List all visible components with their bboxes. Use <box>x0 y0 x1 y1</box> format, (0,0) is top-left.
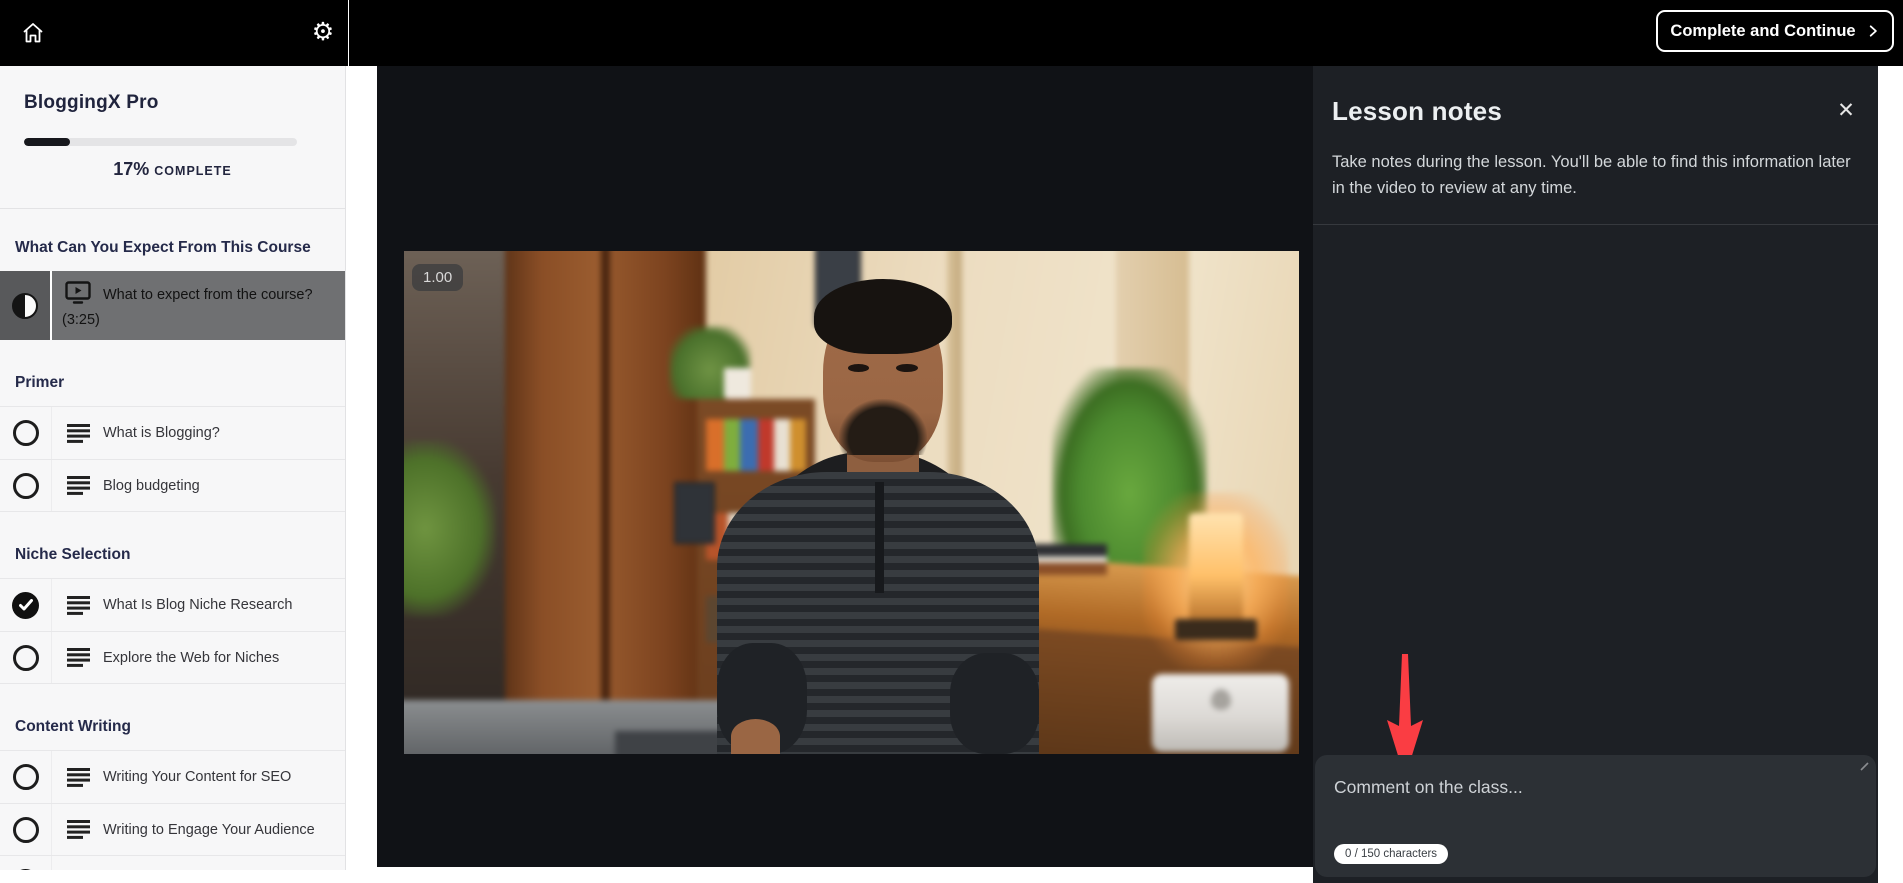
character-count-badge: 0 / 150 characters <box>1334 844 1448 864</box>
lesson-notes-title: Lesson notes <box>1332 96 1878 127</box>
text-lesson-icon <box>67 820 90 839</box>
lesson-label: Writing Your Content for SEO <box>103 769 291 785</box>
video-player[interactable]: 1.00 <box>377 66 1313 867</box>
video-lesson-icon <box>65 281 91 309</box>
lesson-label: What Is Blog Niche Research <box>103 597 292 613</box>
comment-placeholder: Comment on the class... <box>1334 777 1523 798</box>
text-lesson-icon <box>67 476 90 495</box>
close-icon: ✕ <box>1837 99 1855 122</box>
complete-check-icon <box>12 592 39 619</box>
lesson-status-cell <box>0 751 52 803</box>
complete-and-continue-button[interactable]: Complete and Continue <box>1656 10 1894 52</box>
lesson-status-cell <box>0 271 52 340</box>
lesson-status-cell <box>0 632 52 683</box>
lesson-label: What is Blogging? <box>103 425 220 441</box>
video-still-scene <box>404 251 1299 754</box>
section-heading-primer: Primer <box>15 374 330 392</box>
lesson-status-cell <box>0 579 52 631</box>
lesson-status-cell <box>0 407 52 459</box>
half-complete-circle-icon <box>12 293 38 319</box>
lesson-label: Blog budgeting <box>103 478 200 494</box>
text-lesson-icon <box>67 424 90 443</box>
progress-complete-label: COMPLETE <box>154 164 231 178</box>
lesson-item-partially-visible[interactable] <box>0 855 345 870</box>
progress-text: 17% COMPLETE <box>24 159 321 180</box>
text-lesson-icon <box>67 596 90 615</box>
course-title: BloggingX Pro <box>24 92 321 114</box>
lesson-status-cell <box>0 856 52 870</box>
lesson-item-what-to-expect[interactable]: What to expect from the course? (3:25) <box>0 271 345 340</box>
home-button[interactable] <box>14 14 52 52</box>
lesson-item-what-is-blogging[interactable]: What is Blogging? <box>0 407 345 459</box>
incomplete-circle-icon <box>13 473 39 499</box>
section-heading-content-writing: Content Writing <box>15 718 330 736</box>
lesson-group-niche: What Is Blog Niche Research Explore the … <box>0 578 345 684</box>
section-heading-expect: What Can You Expect From This Course <box>15 239 330 257</box>
section-heading-niche-selection: Niche Selection <box>15 546 330 564</box>
curriculum-sidebar: BloggingX Pro 17% COMPLETE What Can You E… <box>0 66 346 870</box>
progress-percent: 17% <box>113 159 149 179</box>
home-icon <box>21 21 45 45</box>
gear-icon: ⚙ <box>312 17 334 47</box>
settings-button[interactable]: ⚙ <box>303 12 343 52</box>
lesson-label: Writing to Engage Your Audience <box>103 822 315 838</box>
lesson-item-explore-web-niches[interactable]: Explore the Web for Niches <box>0 631 345 683</box>
text-lesson-icon <box>67 648 90 667</box>
lesson-item-blog-budgeting[interactable]: Blog budgeting <box>0 459 345 511</box>
lesson-group-content-writing: Writing Your Content for SEO Writing to … <box>0 750 345 870</box>
resize-handle-icon[interactable] <box>1860 762 1869 771</box>
course-player-app: ⚙ Complete and Continue BloggingX Pro 17… <box>0 0 1903 883</box>
text-lesson-icon <box>67 768 90 787</box>
lesson-item-blog-niche-research[interactable]: What Is Blog Niche Research <box>0 579 345 631</box>
top-bar: ⚙ Complete and Continue <box>0 0 1903 66</box>
incomplete-circle-icon <box>13 764 39 790</box>
comment-input[interactable]: Comment on the class... 0 / 150 characte… <box>1315 755 1876 877</box>
course-header: BloggingX Pro 17% COMPLETE <box>0 66 345 209</box>
progress-bar <box>24 138 297 146</box>
lesson-label: What to expect from the course? (3:25) <box>62 287 313 328</box>
incomplete-circle-icon <box>13 645 39 671</box>
lesson-label: Explore the Web for Niches <box>103 650 279 666</box>
notes-divider <box>1313 224 1878 225</box>
topbar-divider <box>348 0 349 66</box>
complete-and-continue-label: Complete and Continue <box>1670 22 1855 41</box>
lesson-row-body: What to expect from the course? (3:25) <box>52 271 345 340</box>
lesson-notes-intro: Take notes during the lesson. You'll be … <box>1332 149 1860 201</box>
incomplete-circle-icon <box>13 817 39 843</box>
complete-check-icon <box>12 869 39 870</box>
chevron-right-icon <box>1866 24 1880 38</box>
lesson-item-writing-for-seo[interactable]: Writing Your Content for SEO <box>0 751 345 803</box>
close-notes-button[interactable]: ✕ <box>1833 98 1859 124</box>
lesson-status-cell <box>0 804 52 855</box>
lesson-notes-panel: Lesson notes ✕ Take notes during the les… <box>1313 66 1878 883</box>
playback-speed-badge[interactable]: 1.00 <box>412 264 463 291</box>
lesson-group-primer: What is Blogging? Blog budgeting <box>0 406 345 512</box>
lesson-status-cell <box>0 460 52 511</box>
video-frame[interactable]: 1.00 <box>404 251 1299 754</box>
progress-bar-fill <box>24 138 70 146</box>
incomplete-circle-icon <box>13 420 39 446</box>
lesson-item-writing-to-engage[interactable]: Writing to Engage Your Audience <box>0 803 345 855</box>
